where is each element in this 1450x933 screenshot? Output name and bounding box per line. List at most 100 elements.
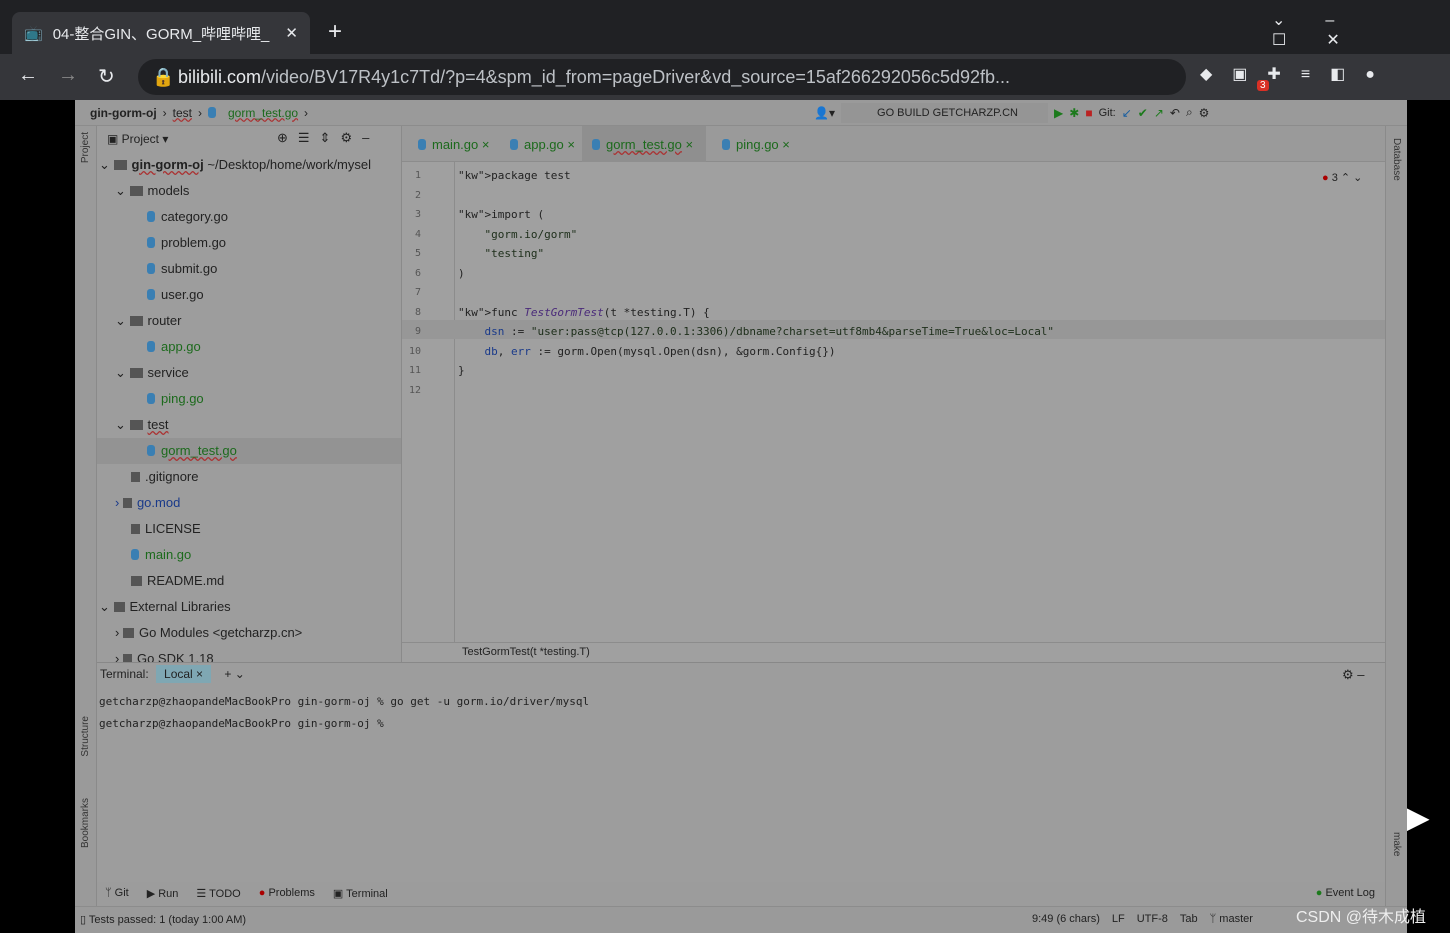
- breadcrumb-folder[interactable]: test: [173, 106, 192, 120]
- code-line: "kw">import (: [458, 208, 545, 221]
- tree-item[interactable]: .gitignore: [131, 464, 198, 490]
- ide-window: gin-gorm-oj › test › gorm_test.go › 👤▾ GO B…: [75, 100, 1407, 933]
- tree-item[interactable]: README.md: [131, 568, 224, 594]
- line-number: 6: [414, 267, 421, 279]
- close-tab-icon[interactable]: ✕: [285, 24, 298, 42]
- window-controls[interactable]: ⌄–☐✕: [1272, 10, 1450, 50]
- lock-icon: 🔒: [152, 66, 175, 87]
- tree-label: problem.go: [161, 235, 227, 250]
- terminal-tab-local[interactable]: Local ×: [156, 665, 212, 683]
- line-separator[interactable]: LF: [1112, 913, 1125, 925]
- tab-label: main.go: [432, 137, 479, 152]
- url-path: /video/BV17R4y1c7Td/?p=4&spm_id_from=pag…: [261, 66, 1011, 87]
- file-encoding[interactable]: UTF-8: [1137, 913, 1168, 925]
- breadcrumb-file[interactable]: gorm_test.go: [228, 106, 298, 120]
- code-editor[interactable]: main.go × app.go × gorm_test.go × ping.g…: [402, 126, 1385, 662]
- tree-item[interactable]: ⌄ models: [115, 178, 189, 204]
- search-icon[interactable]: ⌕: [1186, 105, 1193, 120]
- line-number: 3: [414, 209, 421, 220]
- problems-tool-button[interactable]: ● Problems: [259, 887, 315, 899]
- status-message[interactable]: ▯ Tests passed: 1 (today 1:00 AM): [80, 913, 246, 926]
- settings-icon[interactable]: ⚙: [1199, 106, 1210, 120]
- extension-icons[interactable]: ◆▣✚≡◧●: [1200, 64, 1395, 84]
- git-label: Git:: [1098, 106, 1116, 119]
- run-config-select[interactable]: GO BUILD GETCHARZP.CN: [841, 102, 1049, 123]
- back-icon[interactable]: ←: [18, 64, 38, 87]
- tab-app-go[interactable]: app.go ×: [500, 126, 585, 162]
- tab-main-go[interactable]: main.go ×: [408, 126, 499, 162]
- git-commit-icon[interactable]: ✔: [1138, 106, 1148, 120]
- new-tab-button[interactable]: +: [328, 18, 342, 46]
- git-branch[interactable]: ᛘ master: [1210, 913, 1253, 925]
- tree-item[interactable]: ⌄ router: [115, 308, 181, 334]
- tree-item[interactable]: problem.go: [147, 230, 226, 256]
- tree-item[interactable]: › go.mod: [115, 490, 180, 516]
- line-number: 11: [408, 365, 421, 376]
- undo-icon[interactable]: ↶: [1170, 106, 1180, 120]
- git-push-icon[interactable]: ↗: [1154, 106, 1164, 120]
- event-log-button[interactable]: ● Event Log: [1316, 887, 1375, 899]
- tree-item[interactable]: ⌄ test: [115, 412, 168, 438]
- tree-item[interactable]: main.go: [131, 542, 191, 568]
- tab-label: Local: [164, 667, 193, 681]
- todo-tool-button[interactable]: ☰ TODO: [196, 887, 240, 900]
- git-tool-button[interactable]: ᛘ Git: [105, 887, 129, 899]
- breadcrumb-project[interactable]: gin-gorm-oj: [90, 106, 157, 120]
- tab-label: app.go: [524, 137, 564, 152]
- caret-position[interactable]: 9:49 (6 chars): [1032, 913, 1100, 925]
- structure-tool-button[interactable]: Structure: [80, 716, 91, 757]
- tab-ping-go[interactable]: ping.go ×: [712, 126, 800, 162]
- tree-item[interactable]: ⌄ service: [115, 360, 189, 386]
- tree-item[interactable]: ⌄ gin-gorm-oj ~/Desktop/home/work/mysel: [99, 152, 371, 178]
- tree-item[interactable]: submit.go: [147, 256, 217, 282]
- tree-item[interactable]: › Go Modules <getcharzp.cn>: [115, 620, 302, 646]
- error-indicator[interactable]: ● 3 ⌃ ⌄: [1322, 171, 1362, 184]
- go-file-icon: [208, 107, 216, 118]
- tree-item-selected[interactable]: gorm_test.go: [97, 438, 401, 464]
- debug-icon[interactable]: ✱: [1069, 106, 1079, 120]
- indent-setting[interactable]: Tab: [1180, 913, 1198, 925]
- bilibili-play-icon[interactable]: ▶: [1405, 798, 1430, 836]
- tree-item[interactable]: ⌄ External Libraries: [99, 594, 231, 620]
- git-update-icon[interactable]: ↙: [1122, 106, 1132, 120]
- tree-label: service: [147, 365, 189, 380]
- reload-icon[interactable]: ↻: [98, 64, 115, 89]
- tree-item[interactable]: ping.go: [147, 386, 204, 412]
- run-tool-button[interactable]: ▶ Run: [147, 887, 179, 900]
- label: Terminal: [346, 887, 388, 900]
- bookmarks-tool-button[interactable]: Bookmarks: [80, 798, 91, 848]
- project-view-header[interactable]: ▣ Project ▾: [107, 126, 168, 152]
- make-tool-button[interactable]: make: [1391, 832, 1402, 856]
- editor-breadcrumb[interactable]: TestGormTest(t *testing.T): [402, 642, 1385, 662]
- tree-label: router: [147, 313, 182, 328]
- tab-label: ping.go: [736, 137, 779, 152]
- user-icon[interactable]: 👤▾: [814, 106, 835, 120]
- stop-icon[interactable]: ■: [1085, 106, 1092, 120]
- tree-toolbar-icons[interactable]: ⊕☰⇕⚙–: [277, 130, 379, 146]
- tree-item[interactable]: user.go: [147, 282, 204, 308]
- line-number: 7: [414, 287, 421, 298]
- add-terminal-icon[interactable]: + ⌄: [224, 667, 244, 681]
- code-line: "testing": [484, 247, 545, 260]
- line-number: 12: [408, 384, 421, 396]
- forward-icon[interactable]: →: [58, 64, 78, 87]
- terminal-settings-icon[interactable]: ⚙ –: [1342, 667, 1365, 683]
- tree-item[interactable]: app.go: [147, 334, 201, 360]
- run-icon[interactable]: ▶: [1054, 106, 1063, 120]
- database-tool-button[interactable]: Database: [1391, 138, 1402, 181]
- tab-title: 04-整合GIN、GORM_哔哩哔哩_: [52, 25, 270, 43]
- project-label: Project: [121, 132, 160, 146]
- tree-item[interactable]: LICENSE: [131, 516, 201, 542]
- tree-label: LICENSE: [145, 521, 201, 536]
- url-input[interactable]: 🔒 bilibili.com/video/BV17R4y1c7Td/?p=4&s…: [138, 59, 1186, 95]
- project-tool-button[interactable]: Project: [80, 132, 91, 163]
- terminal-panel[interactable]: Terminal: Local × + ⌄ ⚙ – getcharzp@zhao…: [97, 662, 1385, 882]
- tree-item[interactable]: category.go: [147, 204, 228, 230]
- tree-label: Go Modules <getcharzp.cn>: [138, 625, 303, 640]
- tree-label: category.go: [161, 209, 228, 224]
- tree-label: app.go: [161, 339, 201, 354]
- terminal-line: getcharzp@zhaopandeMacBookPro gin-gorm-o…: [99, 695, 590, 708]
- tab-gorm-test-go[interactable]: gorm_test.go ×: [582, 126, 706, 162]
- browser-tab[interactable]: 📺 04-整合GIN、GORM_哔哩哔哩_ ✕: [12, 12, 310, 54]
- terminal-tool-button[interactable]: ▣ Terminal: [333, 887, 388, 900]
